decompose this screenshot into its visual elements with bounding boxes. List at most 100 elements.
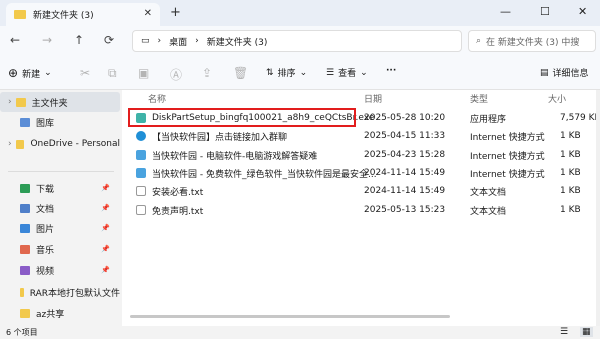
new-button[interactable]: ⊕ 新建 ⌄ — [8, 66, 52, 80]
sidebar-item-pictures[interactable]: 图片 📌 — [0, 218, 120, 238]
edge-icon — [136, 131, 146, 141]
plus-icon: ⊕ — [8, 66, 19, 80]
copy-icon[interactable]: ⧉ — [108, 66, 117, 81]
download-icon — [20, 183, 30, 193]
share-icon[interactable]: ⇪ — [202, 66, 212, 80]
file-name: 当快软件园 - 电脑软件-电脑游戏解答疑难 — [152, 151, 318, 162]
column-header-date[interactable]: 日期 — [364, 92, 382, 105]
chevron-down-icon: ⌄ — [299, 67, 308, 78]
sidebar-item-label: 图库 — [36, 118, 55, 129]
picture-icon — [20, 223, 30, 233]
tiles-view-icon[interactable]: ▦ — [580, 327, 593, 337]
details-icon: ▤ — [540, 67, 549, 78]
column-header-type[interactable]: 类型 — [470, 92, 488, 105]
new-tab-button[interactable]: + — [170, 5, 181, 20]
video-icon — [20, 265, 30, 275]
sidebar-item-gallery[interactable]: 图库 — [0, 112, 120, 132]
back-icon[interactable]: ← — [10, 33, 20, 47]
sidebar-item-label: 图片 — [36, 224, 55, 235]
breadcrumb-item[interactable]: 新建文件夹 (3) — [207, 35, 268, 48]
sidebar-item-label: az共享 — [36, 309, 65, 320]
sidebar-item-label: 主文件夹 — [31, 98, 68, 109]
file-date: 2024-11-14 15:49 — [364, 168, 446, 178]
chevron-right-icon: › — [8, 139, 12, 149]
sidebar-item-documents[interactable]: 文档 📌 — [0, 198, 120, 218]
table-row[interactable]: 当快软件园 - 电脑软件-电脑游戏解答疑难 2025-04-23 15:28 I… — [130, 146, 600, 164]
details-label: 详细信息 — [552, 69, 589, 79]
sidebar-item-onedrive[interactable]: › OneDrive - Personal — [0, 134, 120, 154]
minimize-button[interactable]: — — [500, 5, 511, 18]
tab-current[interactable]: 新建文件夹 (3) ✕ — [6, 3, 160, 26]
more-button[interactable]: ··· — [386, 66, 396, 76]
file-size: 1 KB — [560, 131, 581, 141]
sidebar-item-home[interactable]: › 主文件夹 — [0, 92, 120, 112]
details-view-icon[interactable]: ☰ — [560, 327, 568, 337]
delete-icon[interactable]: 🗑 — [233, 66, 248, 80]
table-row[interactable]: 当快软件园 - 免费软件_绿色软件_当快软件园是最安全... 2024-11-1… — [130, 164, 600, 182]
shortcut-icon — [136, 150, 146, 160]
maximize-button[interactable]: ☐ — [540, 5, 550, 18]
view-icon: ☰ — [326, 67, 335, 78]
file-type: 文本文档 — [470, 187, 507, 198]
pin-icon: 📌 — [101, 224, 110, 232]
file-size: 1 KB — [560, 205, 581, 215]
sidebar-divider — [8, 171, 114, 172]
folder-icon — [14, 10, 26, 19]
file-type: 文本文档 — [470, 206, 507, 217]
pin-icon: 📌 — [101, 204, 110, 212]
file-type: 应用程序 — [470, 114, 507, 125]
close-window-button[interactable]: ✕ — [578, 5, 587, 18]
new-label: 新建 — [22, 69, 41, 80]
file-date: 2025-05-13 15:23 — [364, 205, 446, 215]
sidebar-item-az-share[interactable]: az共享 — [0, 303, 120, 323]
sidebar-item-rar[interactable]: RAR本地打包默认文件 — [0, 282, 120, 302]
sidebar-item-label: 音乐 — [36, 245, 55, 256]
close-tab-icon[interactable]: ✕ — [144, 8, 152, 19]
gallery-icon — [20, 117, 30, 127]
search-input[interactable]: ⌕ 在 新建文件夹 (3) 中搜 — [468, 30, 596, 52]
sort-icon: ⇅ — [266, 67, 274, 78]
paste-icon[interactable]: ▣ — [138, 66, 149, 80]
vertical-scrollbar[interactable] — [596, 90, 600, 326]
text-file-icon — [136, 186, 146, 196]
view-button[interactable]: ☰ 查看 ⌄ — [326, 66, 368, 80]
sidebar-item-label: RAR本地打包默认文件 — [29, 288, 120, 299]
file-type: Internet 快捷方式 — [470, 169, 545, 180]
music-icon — [20, 244, 30, 254]
horizontal-scrollbar[interactable] — [130, 315, 450, 318]
up-icon[interactable]: ↑ — [74, 33, 84, 47]
sort-button[interactable]: ⇅ 排序 ⌄ — [266, 66, 308, 80]
file-name: 【当快软件园】点击链接加入群聊 — [152, 132, 288, 143]
sort-label: 排序 — [277, 69, 296, 79]
breadcrumb-item[interactable]: 桌面 — [169, 35, 187, 48]
address-bar[interactable]: ▭ › 桌面 › 新建文件夹 (3) — [132, 30, 462, 52]
pin-icon: 📌 — [101, 184, 110, 192]
search-icon: ⌕ — [476, 36, 482, 46]
sidebar-item-downloads[interactable]: 下载 📌 — [0, 178, 120, 198]
table-row[interactable]: 安装必看.txt 2024-11-14 15:49 文本文档 1 KB — [130, 182, 600, 200]
rename-icon[interactable]: Ⓐ — [170, 66, 182, 83]
cut-icon[interactable]: ✂ — [80, 66, 90, 80]
refresh-icon[interactable]: ⟳ — [104, 33, 114, 47]
folder-icon — [20, 308, 30, 318]
text-file-icon — [136, 205, 146, 215]
forward-icon[interactable]: → — [42, 33, 52, 47]
column-header-name[interactable]: 名称 — [148, 92, 166, 105]
details-button[interactable]: ▤ 详细信息 — [540, 66, 589, 80]
folder-icon — [15, 139, 25, 149]
chevron-right-icon: › — [8, 97, 12, 107]
file-type: Internet 快捷方式 — [470, 132, 545, 143]
monitor-icon: ▭ — [141, 36, 150, 46]
sidebar-item-music[interactable]: 音乐 📌 — [0, 239, 120, 259]
table-row[interactable]: 免责声明.txt 2025-05-13 15:23 文本文档 1 KB — [130, 201, 600, 219]
table-row[interactable]: 【当快软件园】点击链接加入群聊 2025-04-15 11:33 Interne… — [130, 127, 600, 145]
sidebar-item-label: OneDrive - Personal — [30, 139, 120, 149]
file-date: 2024-11-14 15:49 — [364, 186, 446, 196]
column-header-size[interactable]: 大小 — [548, 92, 566, 105]
shortcut-icon — [136, 168, 146, 178]
folder-icon — [20, 287, 24, 297]
file-date: 2025-04-15 11:33 — [364, 131, 446, 141]
highlight-box — [128, 108, 356, 127]
file-name: 安装必看.txt — [152, 187, 204, 198]
sidebar-item-videos[interactable]: 视频 📌 — [0, 260, 120, 280]
